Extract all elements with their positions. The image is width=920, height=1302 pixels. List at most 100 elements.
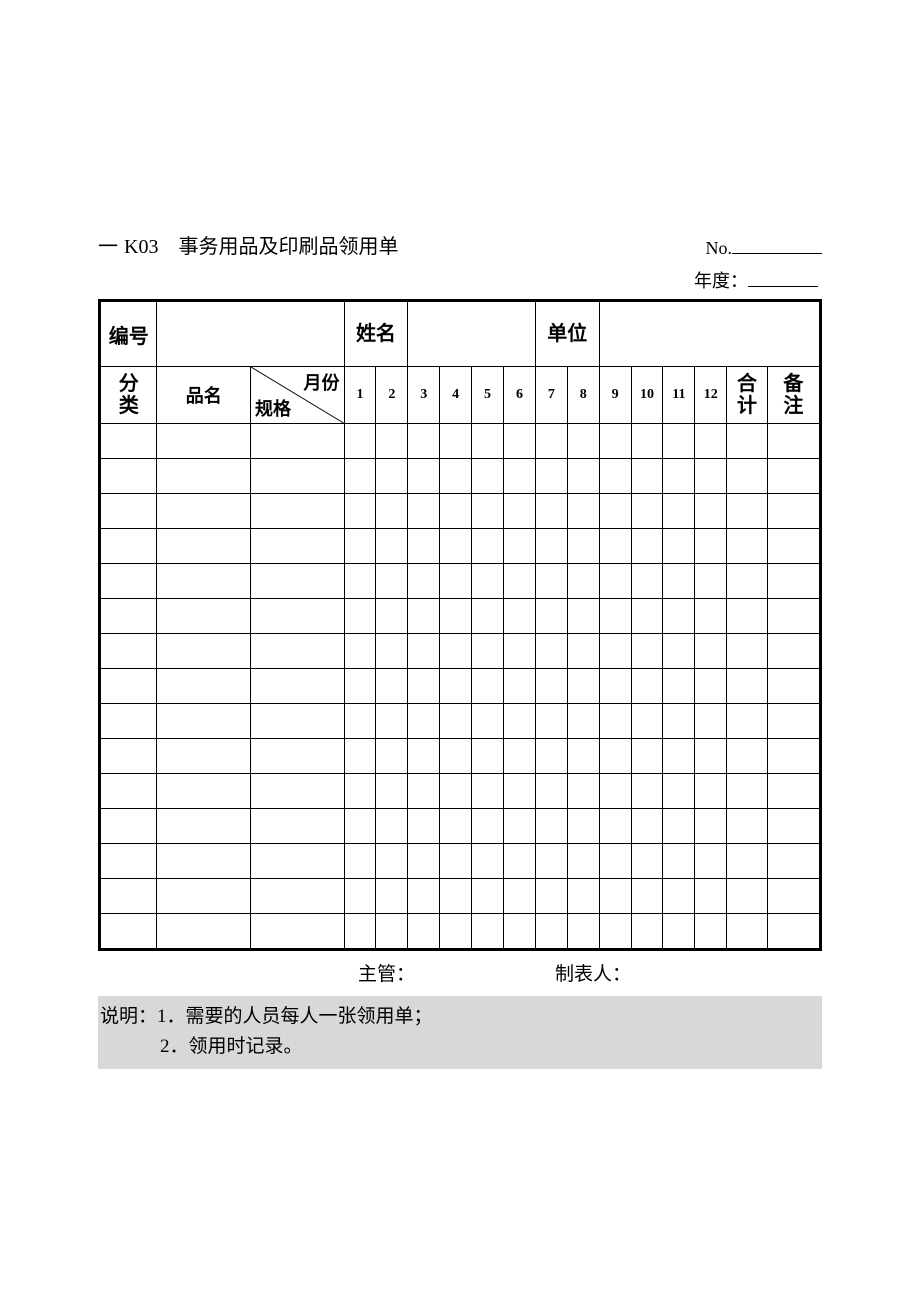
table-cell — [567, 844, 599, 879]
table-cell — [440, 634, 472, 669]
table-cell — [344, 599, 376, 634]
table-cell — [535, 669, 567, 704]
hdr-bianhao: 编号 — [100, 301, 157, 367]
table-cell — [344, 774, 376, 809]
table-cell — [157, 424, 251, 459]
table-cell — [727, 739, 767, 774]
table-cell — [472, 424, 504, 459]
table-cell — [599, 739, 631, 774]
table-cell — [727, 704, 767, 739]
table-cell — [663, 914, 695, 950]
hdr-m2: 2 — [376, 367, 408, 424]
table-cell — [767, 704, 820, 739]
table-cell — [695, 914, 727, 950]
table-cell — [250, 424, 344, 459]
table-cell — [767, 634, 820, 669]
table-cell — [767, 809, 820, 844]
table-cell — [504, 599, 536, 634]
hdr-beizhu: 备 注 — [767, 367, 820, 424]
table-cell — [631, 879, 663, 914]
table-cell — [631, 704, 663, 739]
table-cell — [344, 529, 376, 564]
table-cell — [472, 879, 504, 914]
table-cell — [599, 704, 631, 739]
table-cell — [408, 669, 440, 704]
table-cell — [504, 879, 536, 914]
table-cell — [440, 879, 472, 914]
table-cell — [727, 809, 767, 844]
table-cell — [767, 879, 820, 914]
table-cell — [695, 599, 727, 634]
table-cell — [376, 809, 408, 844]
table-cell — [344, 739, 376, 774]
requisition-table: 编号 姓名 单位 分 类 品名 月份 — [98, 299, 822, 951]
table-cell — [535, 599, 567, 634]
table-cell — [663, 459, 695, 494]
table-cell — [767, 459, 820, 494]
table-cell — [250, 739, 344, 774]
table-row — [100, 914, 821, 950]
table-cell — [250, 809, 344, 844]
table-cell — [631, 634, 663, 669]
table-cell — [535, 494, 567, 529]
notes-line-2: 2．领用时记录。 — [98, 1032, 822, 1062]
hdr-fenlei: 分 类 — [100, 367, 157, 424]
table-cell — [250, 669, 344, 704]
table-cell — [408, 494, 440, 529]
table-cell — [100, 704, 157, 739]
table-cell — [157, 914, 251, 950]
table-cell — [727, 494, 767, 529]
table-cell — [472, 564, 504, 599]
table-cell — [472, 774, 504, 809]
table-cell — [408, 529, 440, 564]
table-row — [100, 774, 821, 809]
table-cell — [440, 774, 472, 809]
table-cell — [408, 774, 440, 809]
table-cell — [100, 634, 157, 669]
hdr-month-spec-diagonal: 月份 规格 — [250, 367, 344, 424]
table-cell — [100, 774, 157, 809]
table-cell — [727, 529, 767, 564]
table-cell — [100, 739, 157, 774]
table-cell — [631, 459, 663, 494]
table-cell — [695, 879, 727, 914]
table-cell — [440, 914, 472, 950]
table-cell — [250, 914, 344, 950]
table-cell — [440, 459, 472, 494]
table-cell — [663, 564, 695, 599]
table-cell — [504, 494, 536, 529]
table-cell — [727, 459, 767, 494]
table-cell — [440, 844, 472, 879]
table-cell — [727, 634, 767, 669]
table-cell — [440, 809, 472, 844]
table-cell — [599, 669, 631, 704]
table-row — [100, 599, 821, 634]
table-cell — [535, 914, 567, 950]
table-cell — [376, 634, 408, 669]
table-cell — [100, 494, 157, 529]
table-row — [100, 529, 821, 564]
year-label: 年度： — [694, 271, 748, 291]
table-cell — [631, 809, 663, 844]
table-cell — [535, 529, 567, 564]
table-cell — [535, 844, 567, 879]
table-cell — [157, 669, 251, 704]
table-cell — [599, 879, 631, 914]
table-cell — [100, 844, 157, 879]
table-cell — [631, 739, 663, 774]
table-cell — [599, 494, 631, 529]
table-cell — [344, 459, 376, 494]
table-cell — [100, 599, 157, 634]
table-cell — [695, 564, 727, 599]
table-cell — [663, 494, 695, 529]
table-cell — [727, 424, 767, 459]
hdr-danwei: 单位 — [535, 301, 599, 367]
table-cell — [408, 809, 440, 844]
table-cell — [440, 599, 472, 634]
table-cell — [408, 599, 440, 634]
table-cell — [157, 529, 251, 564]
table-cell — [695, 424, 727, 459]
table-cell — [535, 739, 567, 774]
table-cell — [567, 494, 599, 529]
table-cell — [567, 599, 599, 634]
